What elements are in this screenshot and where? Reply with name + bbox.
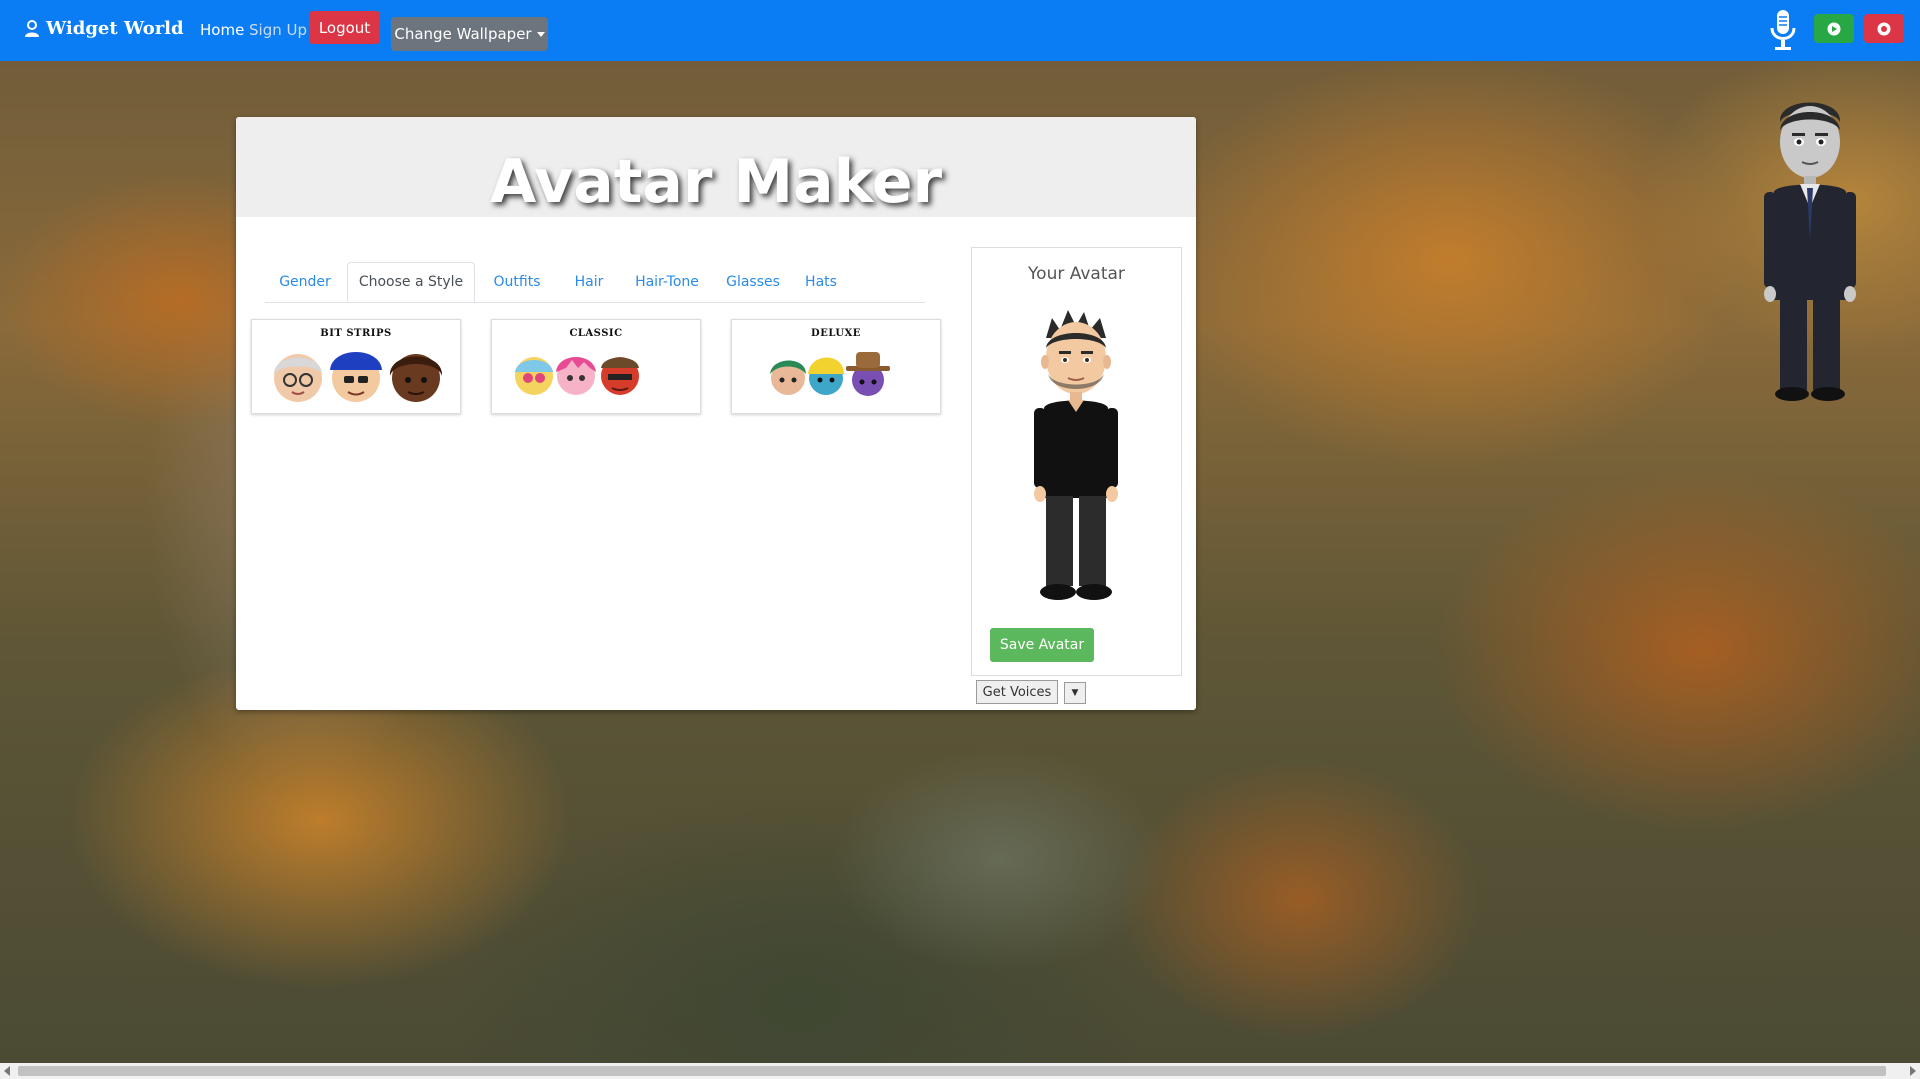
deluxe-faces-icon — [770, 352, 890, 396]
user-icon — [25, 19, 39, 37]
change-wallpaper-label: Change Wallpaper — [394, 25, 532, 43]
brand-label: Widget World — [46, 18, 184, 39]
scroll-right-icon[interactable] — [1910, 1066, 1916, 1076]
home-link[interactable]: Home — [200, 21, 244, 39]
play-button[interactable] — [1814, 14, 1854, 43]
style-label: CLASSIC — [569, 328, 623, 339]
bitstrips-faces-icon — [274, 352, 443, 402]
tab-hats[interactable]: Hats — [793, 262, 849, 302]
signup-link[interactable]: Sign Up — [249, 21, 307, 39]
microphone-icon — [1770, 10, 1796, 50]
style-label: BIT STRIPS — [320, 328, 392, 339]
style-tabs: Gender Choose a Style Outfits Hair Hair-… — [265, 262, 925, 303]
change-wallpaper-dropdown[interactable]: Change Wallpaper — [391, 17, 548, 51]
card-header: Avatar Maker — [236, 117, 1196, 217]
logout-button[interactable]: Logout — [309, 11, 380, 44]
voices-dropdown-button[interactable]: ▼ — [1064, 682, 1086, 704]
horizontal-scrollbar[interactable] — [0, 1063, 1920, 1079]
save-avatar-label: Save Avatar — [999, 637, 1085, 653]
your-avatar-title: Your Avatar — [1028, 264, 1125, 284]
page-title: Avatar Maker — [489, 147, 943, 217]
top-navbar: Widget World Home Sign Up Logout Change … — [0, 0, 1920, 61]
logout-label: Logout — [318, 18, 371, 37]
style-label: DELUXE — [811, 328, 861, 339]
get-voices-button[interactable]: Get Voices — [976, 680, 1058, 704]
scroll-left-icon[interactable] — [4, 1066, 10, 1076]
style-option-classic[interactable]: CLASSIC — [491, 319, 701, 414]
style-option-deluxe[interactable]: DELUXE — [731, 319, 941, 414]
avatar-maker-card: Avatar Maker Gender Choose a Style Outfi… — [236, 117, 1196, 710]
record-button[interactable] — [1864, 14, 1904, 43]
tab-glasses[interactable]: Glasses — [715, 262, 791, 302]
tab-choose-a-style[interactable]: Choose a Style — [347, 262, 475, 302]
corner-avatar-figure[interactable] — [1760, 90, 1860, 405]
style-option-bitstrips[interactable]: BIT STRIPS — [251, 319, 461, 414]
classic-faces-icon — [515, 357, 639, 395]
get-voices-label: Get Voices — [982, 684, 1052, 700]
tab-hair[interactable]: Hair — [559, 262, 619, 302]
tab-outfits[interactable]: Outfits — [477, 262, 557, 302]
dropdown-arrow-icon: ▼ — [1071, 688, 1079, 698]
scrollbar-thumb[interactable] — [18, 1066, 1886, 1076]
brand[interactable]: Widget World — [24, 18, 184, 39]
caret-down-icon — [536, 31, 545, 37]
record-icon — [1877, 22, 1891, 35]
microphone-button[interactable] — [1768, 8, 1798, 56]
your-avatar-panel: Your Avatar Save Avatar — [971, 247, 1182, 676]
tab-gender[interactable]: Gender — [265, 262, 345, 302]
save-avatar-button[interactable]: Save Avatar — [990, 628, 1094, 662]
play-icon — [1827, 22, 1841, 35]
avatar-figure — [1034, 310, 1118, 600]
tab-hair-tone[interactable]: Hair-Tone — [621, 262, 713, 302]
